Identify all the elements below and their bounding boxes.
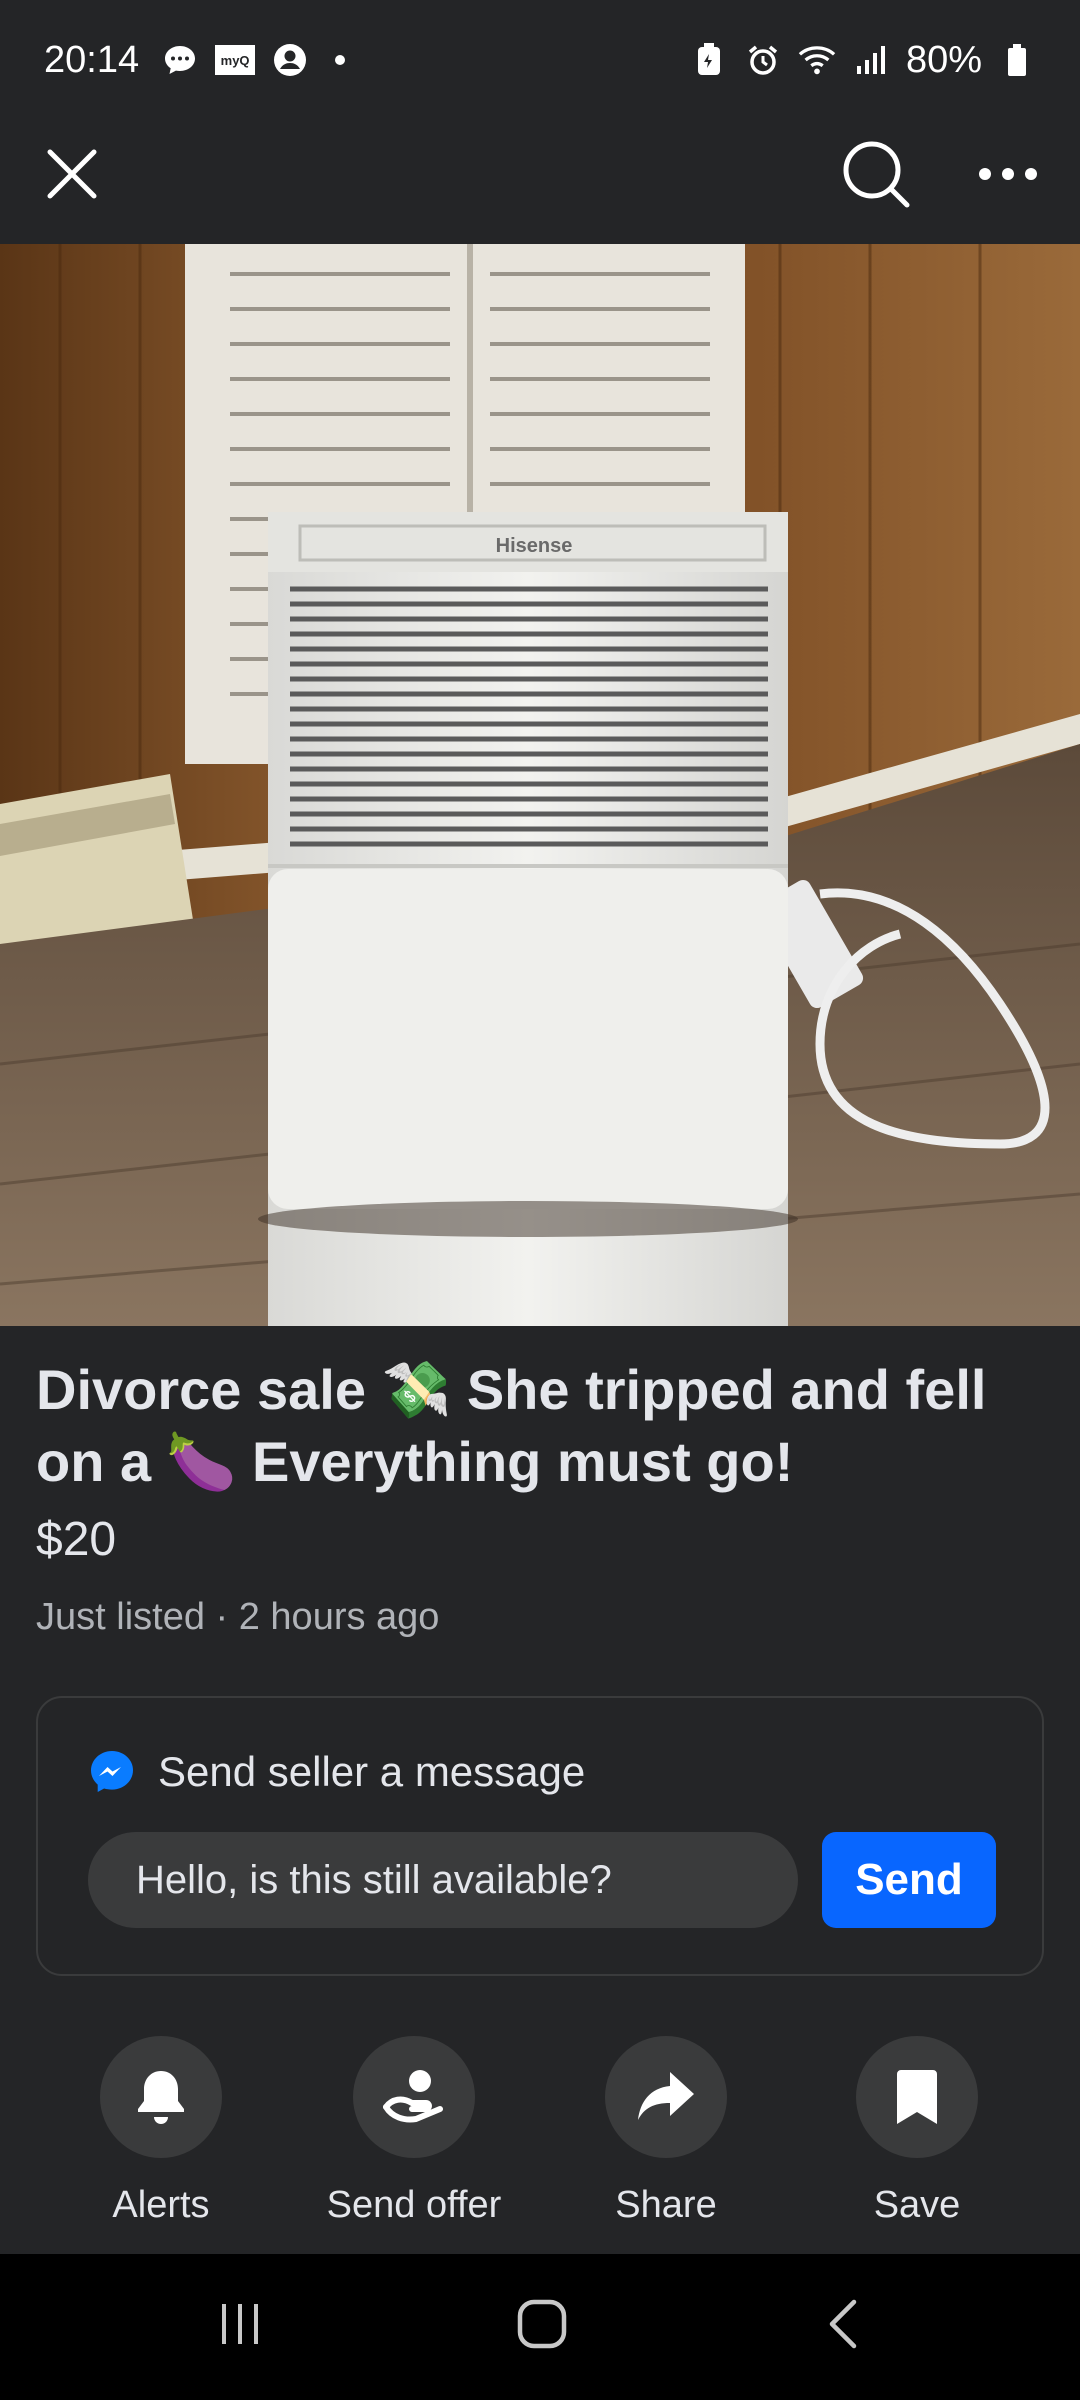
wifi-icon [798, 41, 836, 79]
share-button[interactable]: Share [546, 2036, 786, 2227]
clock: 20:14 [44, 38, 140, 81]
listing-photo[interactable]: Hisense [0, 244, 1080, 1326]
recents-button[interactable] [180, 2284, 300, 2364]
app-bar [0, 120, 1080, 244]
message-input[interactable] [88, 1832, 798, 1928]
close-icon [47, 149, 97, 199]
save-circle[interactable] [856, 2036, 978, 2158]
send-offer-button[interactable]: Send offer [294, 2036, 534, 2227]
action-row: Alerts Send offer Share Save [0, 2036, 1080, 2236]
alerts-label: Alerts [112, 2184, 210, 2226]
close-button[interactable] [36, 138, 108, 210]
bookmark-icon [897, 2070, 937, 2124]
search-icon [843, 141, 910, 208]
save-label: Save [873, 2184, 961, 2226]
listing-meta: Just listed · 2 hours ago [36, 1596, 440, 1638]
back-button[interactable] [784, 2284, 904, 2364]
send-button[interactable]: Send [822, 1832, 996, 1928]
myq-icon: myQ [215, 45, 256, 75]
alerts-circle[interactable] [100, 2036, 222, 2158]
signal-icon [852, 41, 890, 79]
recents-icon [222, 2304, 258, 2344]
share-arrow-icon [638, 2072, 694, 2120]
alerts-button[interactable]: Alerts [41, 2036, 281, 2227]
listing-title: Divorce sale 💸 She tripped and fell on a… [36, 1358, 987, 1493]
offer-hand-icon [383, 2070, 443, 2123]
listing-price: $20 [36, 1513, 117, 1566]
notification-dot [335, 55, 346, 65]
save-button[interactable]: Save [797, 2036, 1037, 2227]
status-right: 80% [690, 39, 1036, 82]
send-offer-label: Send offer [326, 2184, 502, 2226]
home-button[interactable] [482, 2284, 602, 2364]
bell-icon [138, 2071, 184, 2124]
message-card-heading: Send seller a message [158, 1748, 586, 1795]
svg-text:Hisense: Hisense [496, 535, 573, 557]
account-circle-icon [271, 41, 309, 79]
message-seller-card: Send seller a message Send [36, 1696, 1044, 1976]
message-card-header: Send seller a message [88, 1748, 585, 1796]
more-icon [979, 168, 1037, 180]
share-label: Share [615, 2184, 717, 2226]
search-button[interactable] [838, 136, 914, 212]
system-nav-bar [0, 2254, 1080, 2400]
send-offer-circle[interactable] [353, 2036, 475, 2158]
battery-saver-icon [690, 41, 728, 79]
share-circle[interactable] [605, 2036, 727, 2158]
messenger-icon [91, 1751, 133, 1792]
battery-percent: 80% [905, 38, 982, 81]
battery-icon [998, 41, 1036, 79]
back-icon [829, 2299, 857, 2349]
status-left: 20:14 myQ [44, 38, 346, 82]
status-bar: 20:14 myQ 80% [0, 0, 1080, 120]
chat-bubble-icon [161, 41, 199, 79]
home-icon [517, 2299, 567, 2349]
alarm-icon [744, 41, 782, 79]
more-options-button[interactable] [970, 138, 1046, 210]
